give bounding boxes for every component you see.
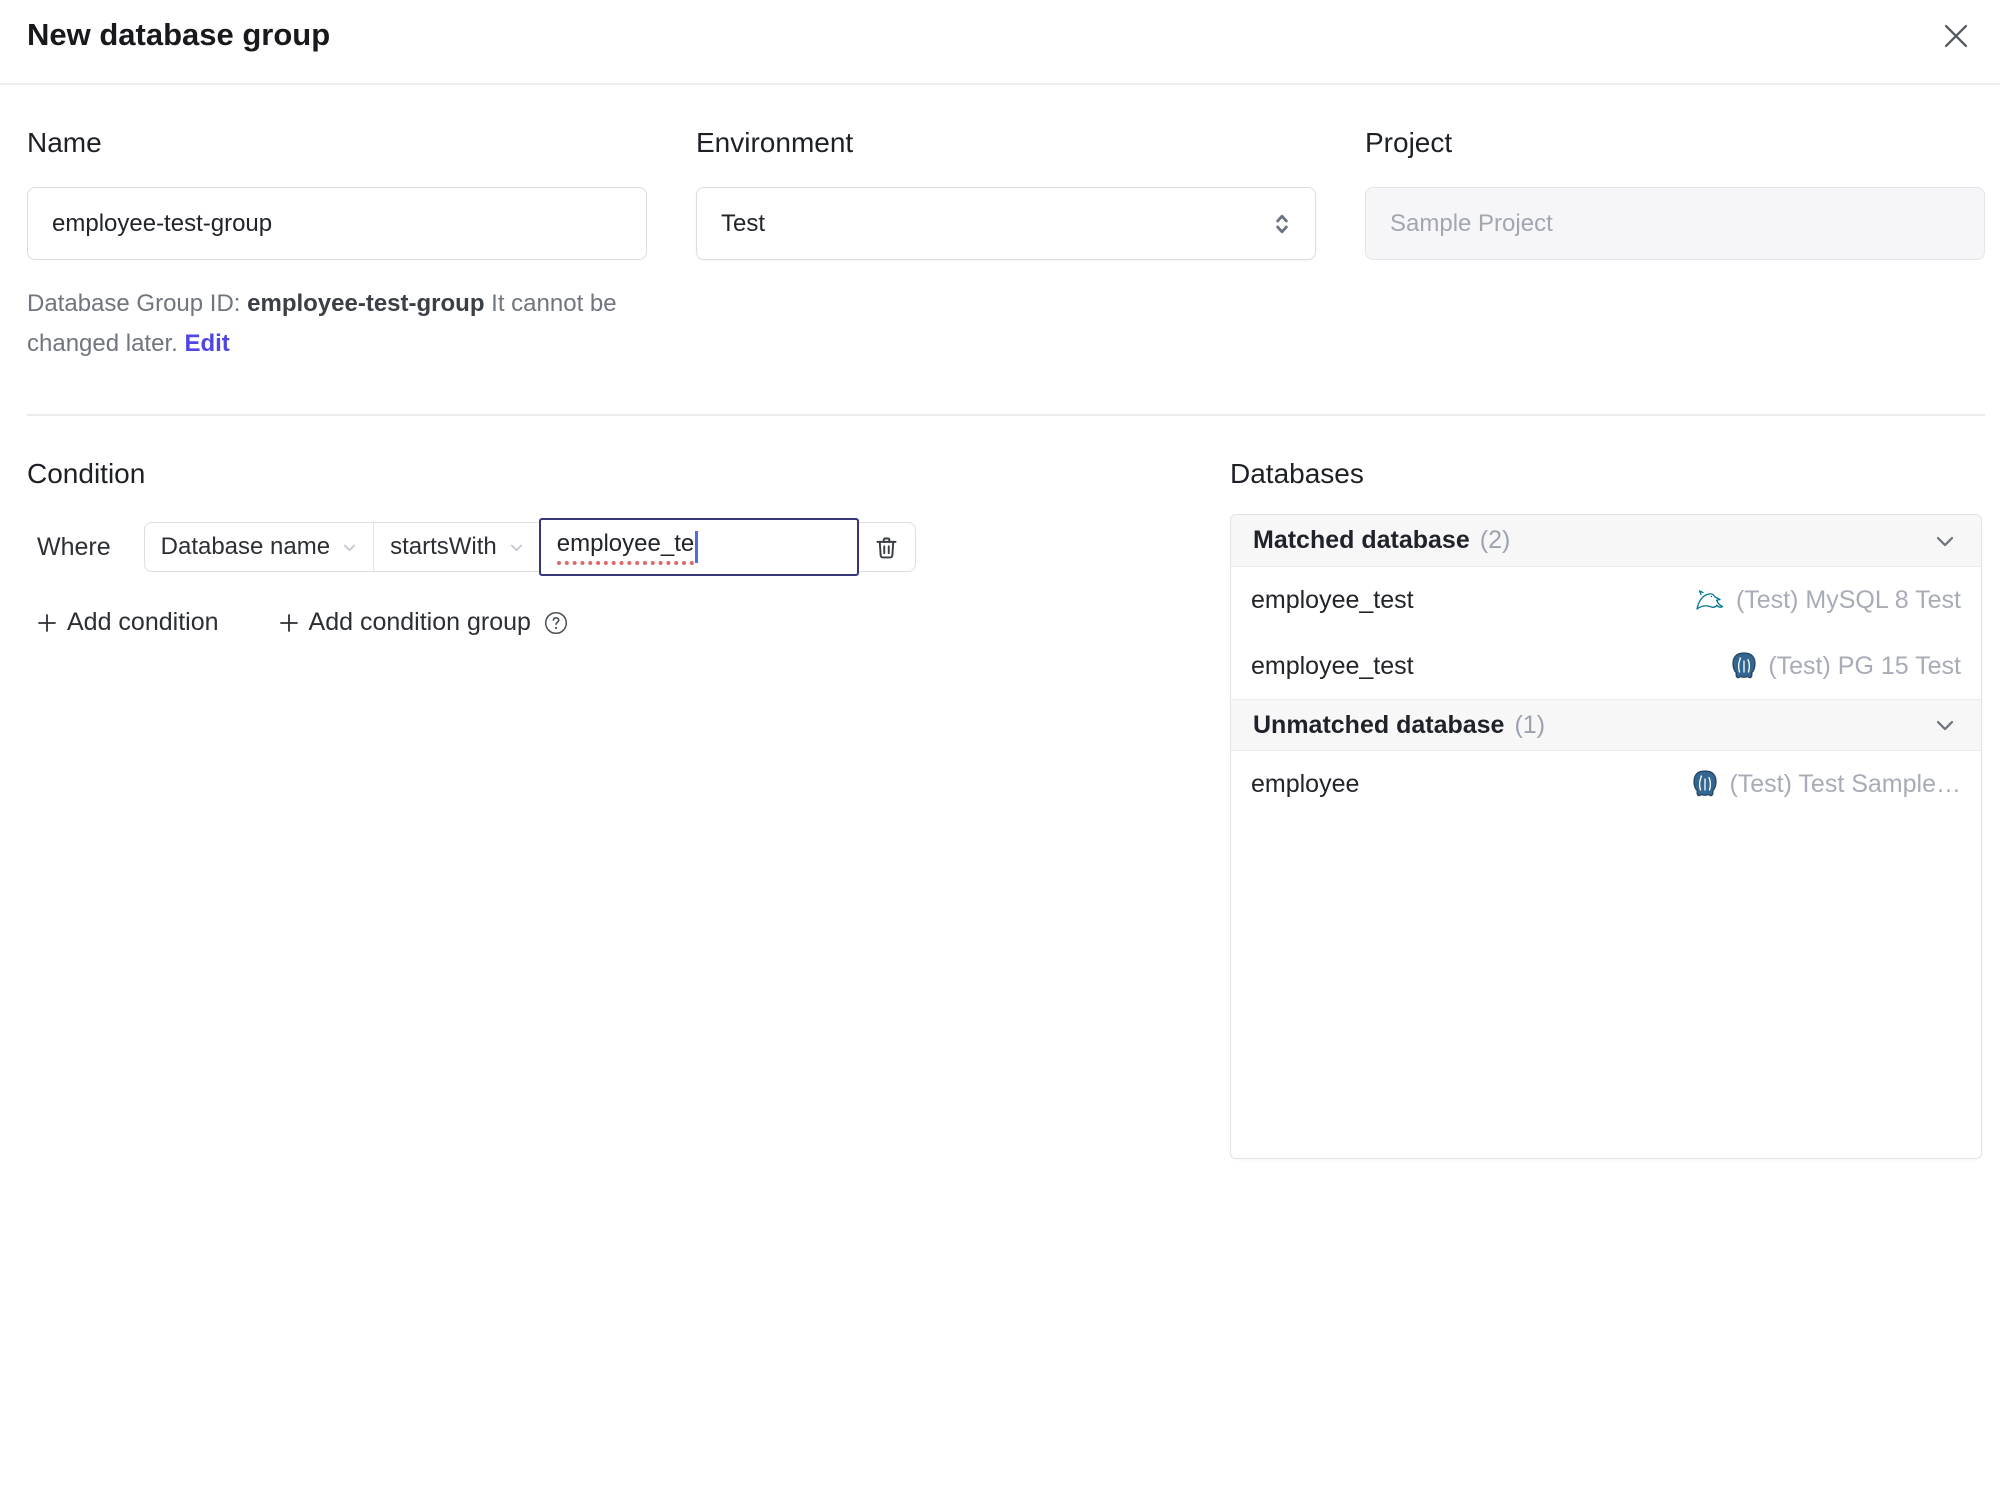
- unmatched-database-count: (1): [1514, 710, 1546, 739]
- add-condition-label: Add condition: [67, 608, 219, 636]
- database-row[interactable]: employee_test (Test) MySQL 8 Test: [1231, 567, 1981, 633]
- chevron-down-icon: [1931, 711, 1959, 739]
- instance-info: (Test) Test Sample…: [1691, 769, 1961, 799]
- edit-id-link[interactable]: Edit: [184, 330, 229, 357]
- help-circle-icon[interactable]: [543, 610, 569, 636]
- close-button[interactable]: [1936, 16, 1976, 56]
- matched-database-count: (2): [1479, 526, 1511, 554]
- instance-info: (Test) MySQL 8 Test: [1694, 585, 1961, 615]
- delete-condition-button[interactable]: [859, 523, 915, 571]
- chevron-up-down-icon: [1269, 211, 1295, 237]
- condition-row: Where Database name startsWith employee_…: [27, 518, 984, 576]
- database-group-id-help: Database Group ID: employee-test-group I…: [27, 284, 647, 364]
- environment-select[interactable]: Test: [696, 187, 1316, 260]
- postgresql-icon: [1730, 651, 1758, 681]
- instance-label: (Test) PG 15 Test: [1768, 651, 1961, 680]
- chevron-down-icon: [1931, 527, 1959, 555]
- database-name: employee_test: [1251, 585, 1414, 614]
- condition-expression-group: Database name startsWith employee_te: [143, 518, 916, 576]
- trash-icon: [873, 534, 900, 561]
- unmatched-database-header[interactable]: Unmatched database (1): [1231, 699, 1981, 751]
- project-input: [1365, 187, 1985, 260]
- plus-icon: [35, 611, 59, 635]
- databases-heading: Databases: [1230, 458, 1364, 489]
- postgresql-icon: [1691, 769, 1719, 799]
- condition-operator-value: startsWith: [390, 533, 497, 560]
- add-condition-button[interactable]: Add condition: [35, 608, 219, 637]
- condition-factor-value: Database name: [160, 533, 331, 560]
- name-input[interactable]: [27, 187, 647, 260]
- name-label: Name: [27, 127, 102, 158]
- condition-actions: Add condition Add condition group: [27, 608, 984, 637]
- matched-database-title: Matched database: [1253, 526, 1470, 554]
- where-label: Where: [37, 532, 111, 561]
- dialog-title: New database group: [27, 17, 331, 52]
- add-condition-group-label: Add condition group: [308, 608, 531, 636]
- environment-select-value: Test: [721, 209, 766, 237]
- condition-value-input[interactable]: employee_te: [538, 518, 859, 576]
- main-row: Condition Where Database name startsWith: [27, 458, 1982, 1159]
- condition-value-text: employee_te: [556, 530, 695, 565]
- database-name: employee: [1251, 769, 1360, 798]
- close-icon: [1939, 19, 1973, 53]
- database-row[interactable]: employee (Test) Test Sample…: [1231, 751, 1981, 817]
- plus-icon: [277, 611, 301, 635]
- instance-info: (Test) PG 15 Test: [1730, 651, 1961, 681]
- condition-heading: Condition: [27, 458, 146, 489]
- section-divider: [27, 414, 1985, 416]
- mysql-icon: [1694, 585, 1726, 615]
- form-row: Name Database Group ID: employee-test-gr…: [27, 127, 1985, 364]
- project-field-group: Project: [1365, 127, 1985, 364]
- id-help-prefix: Database Group ID:: [27, 290, 248, 317]
- databases-panel-empty-area: [1231, 817, 1981, 1158]
- environment-field-group: Environment Test: [696, 127, 1316, 364]
- condition-operator-dropdown[interactable]: startsWith: [374, 523, 540, 571]
- databases-section: Databases Matched database (2) employee_…: [1230, 458, 1982, 1159]
- dialog-header: New database group: [0, 0, 2000, 85]
- instance-label: (Test) MySQL 8 Test: [1735, 585, 1961, 614]
- database-row[interactable]: employee_test (Test) PG 15 Test: [1231, 633, 1981, 699]
- matched-database-header[interactable]: Matched database (2): [1231, 515, 1981, 567]
- condition-section: Condition Where Database name startsWith: [27, 458, 984, 1159]
- databases-panel: Matched database (2) employee_test (Test…: [1230, 514, 1982, 1159]
- name-field-group: Name Database Group ID: employee-test-gr…: [27, 127, 647, 364]
- database-name: employee_test: [1251, 651, 1414, 680]
- condition-factor-dropdown[interactable]: Database name: [145, 523, 373, 571]
- instance-label: (Test) Test Sample…: [1729, 769, 1961, 798]
- environment-label: Environment: [696, 127, 854, 158]
- unmatched-database-title: Unmatched database: [1253, 710, 1505, 739]
- chevron-down-icon: [340, 538, 359, 557]
- id-help-id: employee-test-group: [247, 290, 485, 317]
- add-condition-group-button[interactable]: Add condition group: [277, 608, 569, 637]
- text-cursor: [695, 531, 698, 563]
- project-label: Project: [1365, 127, 1453, 158]
- chevron-down-icon: [507, 538, 526, 557]
